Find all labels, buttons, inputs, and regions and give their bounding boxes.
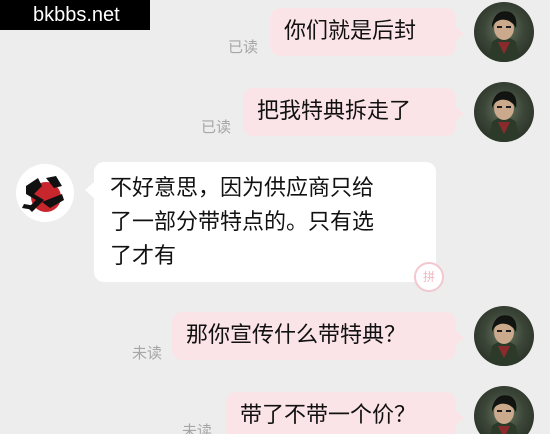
stamp-icon: 拼	[414, 262, 444, 292]
user-avatar-image-2	[488, 91, 520, 142]
message-text-3-line-2: 了一部分带特点的。只有选	[110, 210, 375, 235]
message-bubble-out-4[interactable]: 那你宣传什么带特典？	[172, 312, 464, 360]
message-bubble-out-5[interactable]: 带了不带一个价？	[226, 392, 464, 434]
message-text-4: 那你宣传什么带特典？	[186, 323, 407, 348]
shop-avatar[interactable]	[16, 164, 74, 222]
read-status-1: 已读	[228, 38, 259, 56]
read-status-5: 未读	[182, 422, 213, 434]
message-bubble-out-1[interactable]: 你们就是后封	[270, 8, 464, 56]
site-watermark: bkbbs.net	[0, 0, 150, 30]
message-text-3-line-3: 了才有	[110, 244, 177, 269]
user-avatar-image-1	[488, 11, 520, 62]
message-text-1: 你们就是后封	[284, 19, 417, 44]
read-status-2: 已读	[201, 118, 232, 136]
message-bubble-out-2[interactable]: 把我特典拆走了	[243, 88, 464, 136]
message-text-5: 带了不带一个价？	[240, 403, 417, 428]
user-avatar-2[interactable]	[474, 82, 534, 142]
message-text-3-line-1: 不好意思，因为供应商只给	[110, 176, 375, 201]
shop-logo-icon	[16, 164, 74, 222]
message-bubble-in-3[interactable]: 不好意思，因为供应商只给 了一部分带特点的。只有选 了才有	[85, 162, 436, 282]
user-avatar-1[interactable]	[474, 2, 534, 62]
user-avatar-image-4	[488, 315, 520, 366]
read-status-4: 未读	[132, 344, 163, 362]
message-text-2: 把我特典拆走了	[257, 99, 412, 124]
user-avatar-image-5	[490, 395, 518, 434]
user-avatar-4[interactable]	[474, 306, 534, 366]
user-avatar-5[interactable]	[474, 386, 534, 434]
